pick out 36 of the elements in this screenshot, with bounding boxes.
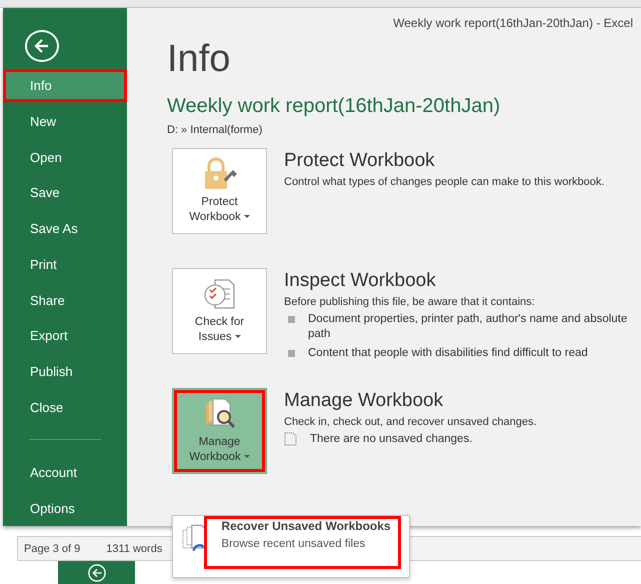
menu-item[interactable]: Options — [3, 491, 127, 525]
file-path: D: » Internal(forme) — [167, 124, 264, 136]
document-icon — [284, 432, 297, 446]
menu-item[interactable]: New — [3, 104, 127, 138]
menu-item[interactable]: Save — [3, 176, 127, 210]
menu-item[interactable]: Export — [3, 319, 127, 353]
status-text: Page 3 of 9 — [24, 542, 80, 554]
back-button[interactable] — [25, 30, 59, 62]
menu-item[interactable]: Open — [3, 140, 127, 174]
menu-item[interactable]: Close — [3, 390, 127, 424]
note-text: There are no unsaved changes. — [310, 432, 472, 447]
bullet-text: Document properties, printer path, author's name and absolute path — [308, 312, 628, 342]
menu-item[interactable]: Publish — [3, 354, 127, 389]
menu-item[interactable]: Print — [3, 248, 127, 282]
section-title: Inspect Workbook — [284, 270, 437, 292]
window-title: Weekly work report(16thJan-20thJan) - Excel — [393, 16, 633, 30]
bullet-text: Content that people with disabilities find difficult to read — [308, 346, 588, 361]
section-description: Before publishing this file, be aware that it contains: — [284, 296, 536, 308]
command-button[interactable]: Check for Issues — [172, 268, 267, 354]
menu-item[interactable]: Recover Unsaved Workbooks Browse recent unsaved files — [204, 516, 401, 569]
bullet-icon — [288, 316, 295, 323]
section-description: Check in, check out, and recover unsaved changes. — [284, 416, 538, 428]
section-description: Control what types of changes people can make to this workbook. — [284, 176, 606, 188]
bullet-icon — [288, 350, 295, 357]
command-button[interactable]: Manage Workbook — [172, 388, 267, 474]
menu-item[interactable]: Info — [3, 68, 127, 102]
menu-item[interactable]: Account — [3, 455, 127, 490]
checklist-icon — [202, 277, 236, 311]
section-title: Manage Workbook — [284, 390, 444, 412]
section-title: Protect Workbook — [284, 150, 436, 172]
menu-item[interactable]: Share — [3, 283, 127, 318]
page-heading: Info — [167, 38, 232, 81]
file-name: Weekly work report(16thJan-20thJan) — [167, 95, 502, 118]
status-text: 1311 words — [106, 542, 162, 554]
menu-item[interactable]: Save As — [3, 212, 127, 246]
command-button[interactable]: Protect Workbook — [172, 148, 267, 234]
